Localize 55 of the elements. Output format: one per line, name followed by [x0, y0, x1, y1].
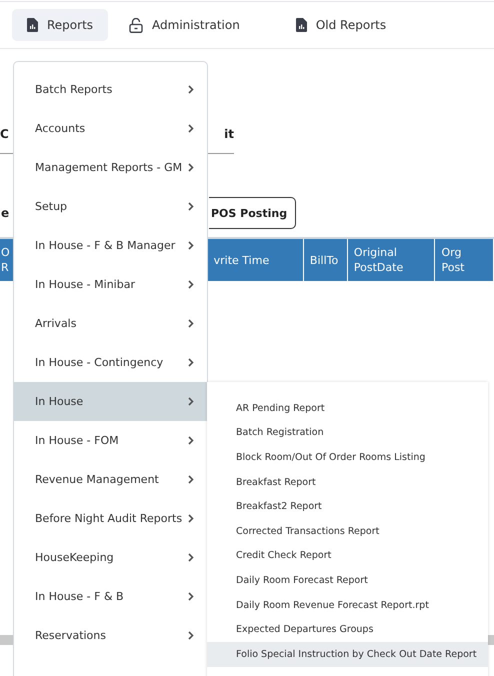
chevron-right-icon — [188, 163, 194, 172]
submenu-item[interactable]: Expected Departures Groups — [207, 617, 488, 642]
menu-item[interactable]: In House - Minibar — [14, 265, 207, 304]
menu-item[interactable]: In House — [14, 382, 207, 421]
chevron-right-icon — [188, 319, 194, 328]
chevron-right-icon — [188, 280, 194, 289]
chevron-right-icon — [188, 553, 194, 562]
tab-label[interactable]: C — [0, 127, 9, 141]
chevron-right-icon — [188, 475, 194, 484]
column-header: Org Post — [435, 239, 494, 281]
menu-item[interactable]: In House - FOM — [14, 421, 207, 460]
chevron-right-icon — [188, 202, 194, 211]
menu-item[interactable]: Revenue Management — [14, 460, 207, 499]
menu-item[interactable]: Management Reports - GM — [14, 148, 207, 187]
button-label[interactable]: e — [1, 206, 10, 220]
submenu-item[interactable]: Daily Room Revenue Forecast Report.rpt — [207, 592, 488, 618]
submenu-item[interactable]: Batch Registration — [207, 420, 488, 446]
chevron-right-icon — [188, 397, 194, 406]
nav-tab[interactable]: Old Reports — [280, 9, 402, 41]
menu-item[interactable]: Accounts — [14, 109, 207, 148]
menu-item[interactable]: Batch Reports — [14, 70, 207, 109]
column-header: Original PostDate — [348, 239, 436, 281]
menu-item[interactable]: Reservations — [14, 616, 207, 655]
chevron-right-icon — [188, 124, 194, 133]
submenu-item[interactable]: Credit Check Report — [207, 544, 488, 568]
report-icon — [296, 18, 307, 32]
chevron-right-icon — [188, 85, 194, 94]
chevron-right-icon — [188, 241, 194, 250]
submenu-item[interactable]: Daily Room Forecast Report — [207, 568, 488, 593]
submenu-item[interactable]: Breakfast Report — [207, 470, 488, 494]
chevron-right-icon — [188, 436, 194, 445]
nav-tab[interactable]: Administration — [114, 9, 255, 41]
tab-label[interactable]: it — [224, 127, 234, 141]
submenu-item[interactable]: AR Pending Report — [207, 396, 488, 421]
column-header: BillTo — [304, 239, 348, 281]
submenu-item[interactable]: Breakfast2 Report — [207, 494, 488, 519]
chevron-right-icon — [188, 592, 194, 601]
chevron-right-icon — [188, 631, 194, 640]
menu-item[interactable]: In House - Contingency — [14, 343, 207, 382]
submenu-item[interactable]: Corrected Transactions Report — [207, 518, 488, 544]
menu-item[interactable]: In House - F & B — [14, 577, 207, 616]
report-icon — [27, 18, 38, 32]
unlocked-padlock-icon — [129, 18, 144, 32]
menu-item[interactable]: Before Night Audit Reports — [14, 499, 207, 538]
submenu-item[interactable]: Folio Special Instruction by Check Out Date Report — [207, 642, 488, 667]
menu-item[interactable]: In House - F & B Manager — [14, 226, 207, 265]
chevron-right-icon — [188, 514, 194, 523]
chevron-right-icon — [188, 358, 194, 367]
menu-item[interactable]: HouseKeeping — [14, 538, 207, 577]
submenu-item[interactable]: Block Room/Out Of Order Rooms Listing — [207, 445, 488, 470]
column-header: O R — [0, 245, 11, 276]
menu-item[interactable]: Arrivals — [14, 304, 207, 343]
menu-item[interactable]: Setup — [14, 187, 207, 226]
nav-tab[interactable]: Reports — [12, 9, 108, 41]
pos-posting-button[interactable]: POS Posting — [209, 197, 296, 229]
